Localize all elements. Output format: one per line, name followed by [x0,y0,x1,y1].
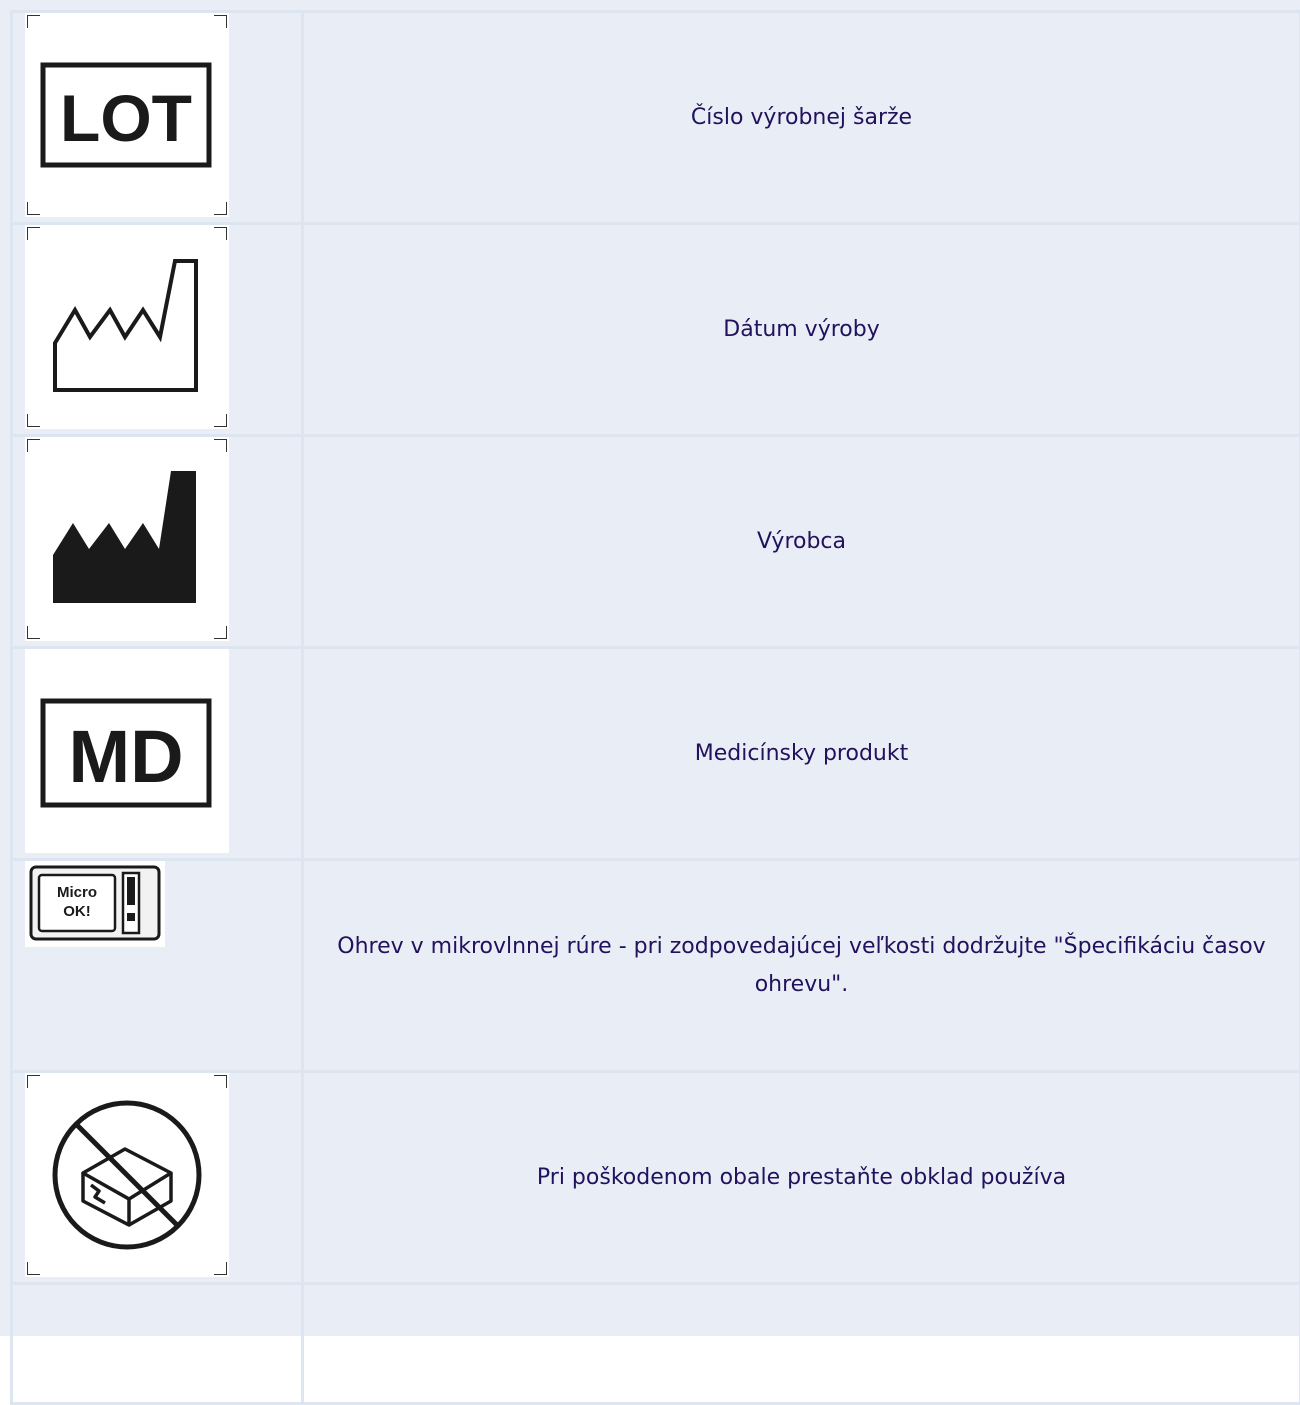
md-icon-text: MD [68,715,183,798]
row-description: Výrobca [303,436,1300,648]
row-description: Medicínsky produkt [303,648,1300,860]
row-description: Ohrev v mikrovlnnej rúre - pri zodpoveda… [303,860,1300,1072]
ok-icon-text: OK! [63,903,91,920]
date-of-manufacture-icon [25,225,229,429]
page: LOT Číslo výrobnej šarže Dátum výroby [0,0,1300,1336]
lot-icon-text: LOT [60,81,192,155]
table-row: Dátum výroby [12,224,1300,436]
row-description: Číslo výrobnej šarže [303,12,1300,224]
row-description [303,1284,1300,1404]
icon-cell [12,224,303,436]
icon-cell: MD [12,648,303,860]
table-row: Pri poškodenom obale prestaňte obklad po… [12,1072,1300,1284]
table-row: Micro OK! Ohrev v mikrovlnnej rúre - pri… [12,860,1300,1072]
microwave-ok-icon: Micro OK! [25,861,165,947]
row-description: Pri poškodenom obale prestaňte obklad po… [303,1072,1300,1284]
do-not-use-if-damaged-icon [25,1073,229,1277]
icon-cell [12,436,303,648]
lot-icon: LOT [25,13,229,217]
row-description: Dátum výroby [303,224,1300,436]
table-row: MD Medicínsky produkt [12,648,1300,860]
medical-device-icon: MD [25,649,229,853]
table-row: Výrobca [12,436,1300,648]
micro-icon-text: Micro [57,884,97,901]
icon-cell [12,1072,303,1284]
table-row [12,1284,1300,1404]
table-row: LOT Číslo výrobnej šarže [12,12,1300,224]
icon-cell: LOT [12,12,303,224]
icon-cell [12,1284,303,1404]
manufacturer-icon [25,437,229,641]
icon-cell: Micro OK! [12,860,303,1072]
symbols-table: LOT Číslo výrobnej šarže Dátum výroby [10,10,1300,1405]
